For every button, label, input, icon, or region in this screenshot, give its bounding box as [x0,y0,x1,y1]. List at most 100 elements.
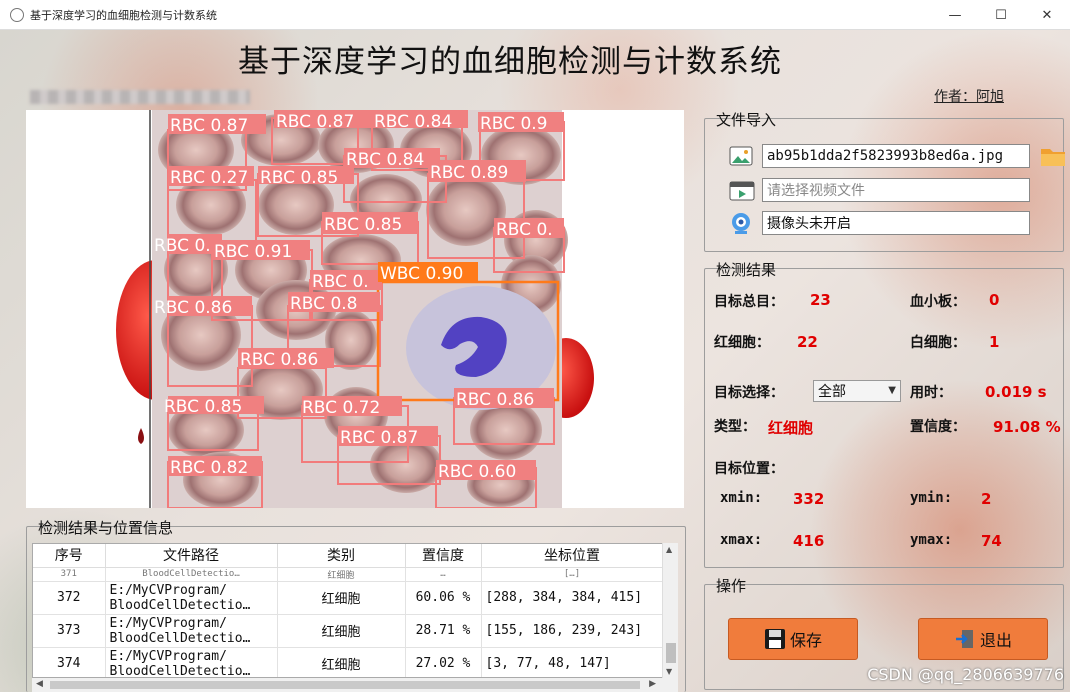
save-button-label: 保存 [789,631,822,650]
xmax-label: xmax: [720,532,763,548]
row-coords: [155, 186, 239, 243] [481,614,664,648]
detection-label: RBC 0.87 [340,428,418,448]
minimize-button[interactable]: — [932,0,978,30]
target-select[interactable]: 全部 ▼ [813,380,901,402]
table-vertical-scrollbar[interactable]: ▲ ▼ [662,543,678,678]
operations-title: 操作 [716,577,747,595]
detection-label: RBC 0.86 [240,350,318,370]
type-label: 类型： [714,419,756,435]
ymin-value: 2 [981,490,992,508]
row-confidence: 60.06 % [405,581,482,615]
platelet-value: 0 [989,291,1000,309]
table-row[interactable]: 374 E:/MyCVProgram/BloodCellDetectio… 红细… [33,647,664,677]
type-value: 红细胞 [768,419,814,437]
video-path-field[interactable]: 请选择视频文件 [762,178,1030,202]
ymax-label: ymax: [910,532,953,548]
image-path-field[interactable]: ab95b1dda2f5823993b8ed6a.jpg [762,144,1030,168]
watermark: CSDN @qq_2806639776 [867,665,1064,684]
close-button[interactable]: ✕ [1024,0,1070,30]
camera-status-field: 摄像头未开启 [762,211,1030,235]
row-id: 373 [33,614,106,648]
wbc-value: 1 [989,333,1000,351]
save-icon [764,629,785,649]
folder-icon[interactable] [1040,145,1066,167]
row-confidence: 27.02 % [405,647,482,677]
table-row[interactable]: 373 E:/MyCVProgram/BloodCellDetectio… 红细… [33,614,664,648]
row-id: 374 [33,647,106,677]
detection-label: RBC 0.8 [290,294,358,314]
rbc-label: 红细胞： [714,335,770,351]
table-title: 检测结果与位置信息 [38,519,174,537]
target-select-value: 全部 [818,384,846,400]
scroll-up-icon[interactable]: ▲ [666,545,672,554]
table-row[interactable]: 371 BloodCellDetectio… 红细胞 … […] [33,567,664,582]
row-path: E:/MyCVProgram/BloodCellDetectio… [105,581,278,615]
row-path: E:/MyCVProgram/BloodCellDetectio… [105,647,278,677]
image-display: RBC 0.87 RBC 0.87 RBC 0.84 RBC 0.9 RBC 0… [26,110,684,508]
confidence-label: 置信度： [910,419,966,435]
detection-label: RBC 0.91 [214,242,292,262]
table-horizontal-scrollbar[interactable]: ◀ ▶ [32,678,678,692]
column-header-confidence[interactable]: 置信度 [405,544,482,568]
row-class: 红细胞 [277,647,406,677]
column-header-coords[interactable]: 坐标位置 [481,544,664,568]
target-select-label: 目标选择： [714,385,784,401]
detection-results-title: 检测结果 [716,261,777,279]
detection-label: RBC 0.89 [430,163,508,183]
xmin-value: 332 [793,490,825,508]
results-table-box: 序号 文件路径 类别 置信度 坐标位置 371 BloodCellDetecti… [32,543,678,678]
time-label: 用时： [910,385,952,401]
detection-labels: RBC 0.87 RBC 0.87 RBC 0.84 RBC 0.9 RBC 0… [154,110,564,482]
exit-button[interactable]: 退出 [918,618,1048,660]
page-title: 基于深度学习的血细胞检测与计数系统 [238,44,782,80]
column-header-id[interactable]: 序号 [33,544,106,568]
file-import-title: 文件导入 [716,111,777,129]
detection-label: RBC 0.85 [164,397,242,417]
position-label: 目标位置： [714,461,784,477]
detection-label: RBC 0. [154,236,211,256]
detection-label: RBC 0.86 [456,390,534,410]
window-title: 基于深度学习的血细胞检测与计数系统 [30,8,217,22]
confidence-value: 91.08 % [993,418,1061,436]
column-header-class[interactable]: 类别 [277,544,406,568]
scroll-right-icon[interactable]: ▶ [649,679,656,689]
detection-label: RBC 0.86 [154,298,232,318]
detection-label: RBC 0.87 [170,116,248,136]
total-value: 23 [810,291,831,309]
wbc-label: 白细胞： [910,335,966,351]
image-icon [729,146,753,166]
column-header-path[interactable]: 文件路径 [105,544,278,568]
table-row[interactable]: 372 E:/MyCVProgram/BloodCellDetectio… 红细… [33,581,664,615]
scroll-left-icon[interactable]: ◀ [36,679,43,689]
row-class: 红细胞 [277,581,406,615]
detection-label: RBC 0.9 [480,114,548,134]
row-coords: [3, 77, 48, 147] [481,647,664,677]
ymin-label: ymin: [910,490,953,506]
detection-label: RBC 0.60 [438,462,516,482]
detection-label: RBC 0. [496,220,553,240]
row-confidence: 28.71 % [405,614,482,648]
row-id: 372 [33,581,106,615]
total-label: 目标总目： [714,294,784,310]
xmin-label: xmin: [720,490,763,506]
detection-label: RBC 0. [312,272,369,292]
detection-label: RBC 0.27 [170,168,248,188]
save-button[interactable]: 保存 [728,618,858,660]
detection-label-wbc: WBC 0.90 [380,264,463,284]
maximize-button[interactable]: ☐ [978,0,1024,30]
window-titlebar: 基于深度学习的血细胞检测与计数系统 — ☐ ✕ [0,0,1070,30]
xmax-value: 416 [793,532,825,550]
scroll-down-icon[interactable]: ▼ [666,667,672,676]
detection-label: RBC 0.84 [346,150,424,170]
row-coords: [288, 384, 384, 415] [481,581,664,615]
scroll-thumb[interactable] [666,643,676,663]
blurred-text [30,90,250,104]
detection-label: RBC 0.82 [170,458,248,478]
detection-label: RBC 0.85 [260,168,338,188]
rbc-value: 22 [797,333,818,351]
time-value: 0.019 s [985,383,1047,401]
exit-icon [955,630,973,648]
detection-label: RBC 0.85 [324,215,402,235]
platelet-label: 血小板： [910,294,966,310]
scroll-thumb[interactable] [50,681,640,689]
